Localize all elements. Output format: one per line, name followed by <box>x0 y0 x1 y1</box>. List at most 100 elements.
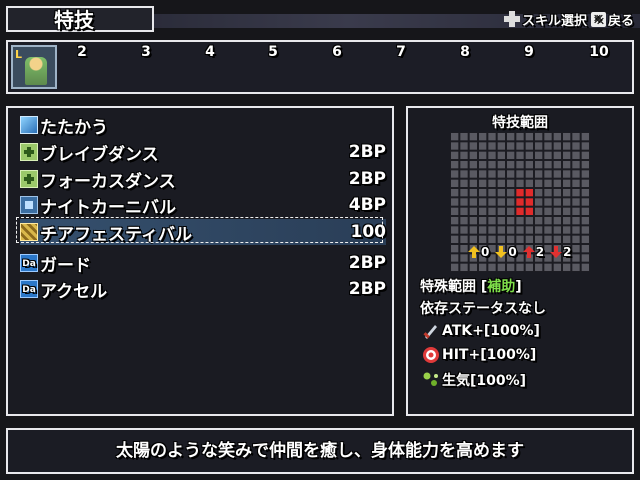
party-slot[interactable]: 8 <box>455 44 475 60</box>
party-slot[interactable]: 5 <box>263 44 283 60</box>
skill-item[interactable]: たたかう <box>20 112 386 138</box>
skill-name: アクセル <box>40 281 108 302</box>
character-sprite <box>25 57 47 85</box>
range-cell <box>553 151 561 159</box>
range-cell <box>572 217 580 225</box>
range-cell <box>525 133 533 141</box>
da-icon: Da <box>20 280 38 298</box>
range-cell <box>553 133 561 141</box>
range-cell <box>460 161 468 169</box>
modifier-value: 2 <box>535 245 545 259</box>
back-hint[interactable]: ✕ 戻る <box>590 10 634 29</box>
skill-item[interactable]: ナイトカーニバル 4BP <box>20 192 386 218</box>
range-cell <box>451 235 459 243</box>
range-cell <box>516 161 524 169</box>
range-cell <box>544 151 552 159</box>
range-cell <box>563 179 571 187</box>
range-cell <box>507 207 515 215</box>
range-cell <box>460 133 468 141</box>
skill-select-hint[interactable]: スキル選択 <box>503 10 587 29</box>
range-cell <box>507 217 515 225</box>
party-slot[interactable]: 9 <box>519 44 539 60</box>
range-cell <box>544 263 552 271</box>
character-portrait[interactable]: L <box>11 45 57 89</box>
range-cell <box>563 235 571 243</box>
range-cell <box>563 189 571 197</box>
modifier-value: 0 <box>481 245 490 259</box>
range-cell <box>479 142 487 150</box>
range-cell <box>451 207 459 215</box>
party-slot[interactable]: 10 <box>586 44 612 60</box>
range-cell <box>544 226 552 234</box>
range-cell <box>572 207 580 215</box>
range-cell <box>544 142 552 150</box>
range-cell <box>507 263 515 271</box>
range-cell <box>488 189 496 197</box>
modifier: 0 <box>495 245 517 259</box>
range-cell <box>497 179 505 187</box>
range-cell <box>535 198 543 206</box>
range-cell <box>544 179 552 187</box>
range-cell <box>516 179 524 187</box>
range-cell <box>535 170 543 178</box>
skill-name: たたかう <box>40 117 108 138</box>
skill-description: 太陽のような笑みで仲間を癒し、身体能力を高めます <box>116 441 524 461</box>
skill-item[interactable]: フォーカスダンス 2BP <box>20 166 386 192</box>
range-cell <box>535 263 543 271</box>
range-cell <box>516 133 524 141</box>
range-cell <box>572 198 580 206</box>
range-cell <box>507 133 515 141</box>
range-cell-active <box>516 189 524 197</box>
range-cell <box>497 226 505 234</box>
range-cell <box>563 198 571 206</box>
range-cell <box>479 217 487 225</box>
back-label: 戻る <box>607 13 634 29</box>
range-cell-active <box>525 189 533 197</box>
skill-item[interactable]: ブレイブダンス 2BP <box>20 139 386 165</box>
range-cell <box>460 226 468 234</box>
leaf-stat-icon <box>423 372 438 386</box>
range-cell <box>525 217 533 225</box>
range-cell <box>572 245 580 253</box>
range-cell <box>516 217 524 225</box>
stat-hit: HIT+[100%] <box>422 346 536 364</box>
range-cell-active <box>516 198 524 206</box>
range-cell <box>535 207 543 215</box>
range-cell <box>544 189 552 197</box>
range-cell <box>488 151 496 159</box>
range-cell <box>497 161 505 169</box>
range-cell <box>479 161 487 169</box>
range-cell <box>563 161 571 169</box>
range-cell <box>460 142 468 150</box>
square-icon <box>20 196 38 214</box>
range-cell <box>497 151 505 159</box>
range-cell <box>544 198 552 206</box>
party-slot[interactable]: 7 <box>391 44 411 60</box>
party-slot[interactable]: 2 <box>72 44 92 60</box>
party-slot[interactable]: 4 <box>200 44 220 60</box>
range-cell <box>479 189 487 197</box>
range-cell <box>553 263 561 271</box>
party-slot[interactable]: 6 <box>327 44 347 60</box>
range-cell <box>553 161 561 169</box>
range-cell <box>488 170 496 178</box>
range-cell <box>516 151 524 159</box>
range-cell <box>535 235 543 243</box>
range-cell <box>581 263 589 271</box>
range-cell <box>544 170 552 178</box>
range-cell <box>581 217 589 225</box>
da-icon: Da <box>20 254 38 272</box>
range-cell <box>460 207 468 215</box>
party-slot[interactable]: 3 <box>136 44 156 60</box>
range-cell <box>581 179 589 187</box>
range-cell <box>535 217 543 225</box>
range-cell <box>553 189 561 197</box>
range-cell <box>581 235 589 243</box>
range-cell <box>451 161 459 169</box>
skill-item[interactable]: Da ガード 2BP <box>20 250 386 276</box>
skill-item[interactable]: Da アクセル 2BP <box>20 276 386 302</box>
skill-item-selected[interactable]: チアフェスティバル 100 <box>20 219 386 245</box>
range-cell <box>516 235 524 243</box>
range-cell <box>572 189 580 197</box>
range-cell <box>525 170 533 178</box>
